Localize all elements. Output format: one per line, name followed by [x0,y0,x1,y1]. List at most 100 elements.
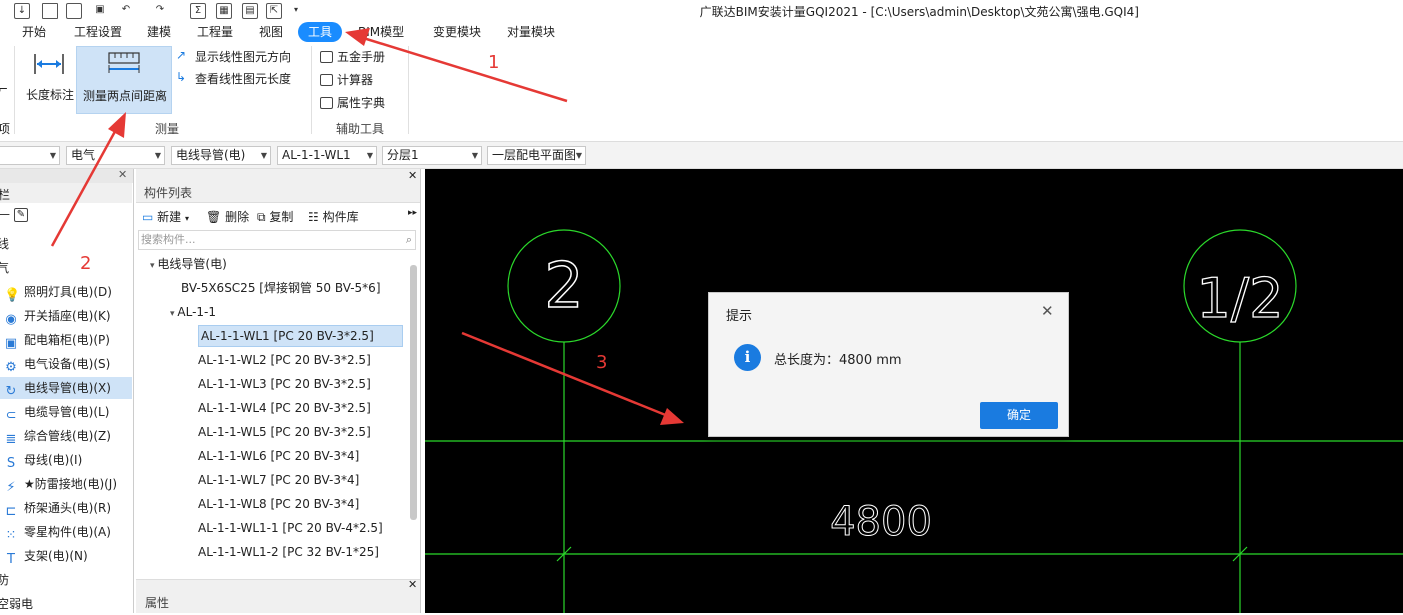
tree-item-label: AL-1-1-WL8 [PC 20 BV-3*4] [198,497,360,511]
nav-panel-header: ✕ [0,168,133,183]
type-combo[interactable]: 电线导管(电) ▼ [171,146,271,165]
component-combo[interactable]: AL-1-1-WL1 ▼ [277,146,377,165]
tab-project-settings[interactable]: 工程设置 [74,22,122,42]
nav-item[interactable]: ⊂ 电缆导管(电)(L) [0,401,132,423]
nav-item[interactable]: ⊏ 桥架通头(电)(R) [0,497,132,519]
nav-item[interactable]: 线 [0,233,129,255]
close-icon[interactable]: ✕ [408,169,417,182]
tree-item[interactable]: AL-1-1-WL2 [PC 20 BV-3*2.5] [198,349,371,371]
type-value: 电线导管(电) [176,148,246,162]
tree-item-label: AL-1-1 [177,305,217,319]
layer-combo[interactable]: 分层1 ▼ [382,146,482,165]
title-bar: ↓ ▣ ↶ ↷ Σ ▦ ▤ ⇱ ▾ 广联达BIM安装计量GQI2021 - [C… [0,0,1403,22]
tree-item[interactable]: AL-1-1-WL1-2 [PC 32 BV-1*25] [198,541,379,563]
copy-component-button[interactable]: ⧉ 复制 [257,208,293,225]
length-dim-icon [34,54,64,74]
nav-item[interactable]: ≣ 综合管线(电)(Z) [0,425,132,447]
tree-item[interactable]: ▾ AL-1-1 [170,301,216,323]
hardware-manual-button[interactable]: 五金手册 [320,48,400,66]
nav-item-label: 照明灯具(电)(D) [24,285,112,299]
dialog-message: 总长度为：4800 mm [774,353,902,368]
busbar-icon: S [6,456,16,471]
nav-item[interactable]: ◉ 开关插座(电)(K) [0,305,132,327]
tree-item[interactable]: AL-1-1-WL1-1 [PC 20 BV-4*2.5] [198,517,383,539]
length-dim-label: 长度标注 [26,88,75,102]
component-library-button[interactable]: ☷ 构件库 [308,208,359,225]
nav-panel-title-text: 栏 [0,188,11,202]
nav-item[interactable]: 空弱电 [0,593,129,615]
nav-item[interactable]: ⁙ 零星构件(电)(A) [0,521,132,543]
tab-change-module[interactable]: 变更模块 [433,22,481,42]
component-search-input[interactable]: 搜索构件... ⌕ [138,230,416,250]
tab-bim-model[interactable]: BIM模型 [358,22,404,42]
nav-item[interactable]: ↻ 电线导管(电)(X) [0,377,132,399]
close-icon[interactable]: ✕ [408,578,417,591]
group-measure-label: 测量 [155,122,180,136]
hardware-manual-label: 五金手册 [337,50,386,64]
length-dim-button[interactable]: 长度标注 [22,46,76,114]
tree-item[interactable]: AL-1-1-WL5 [PC 20 BV-3*2.5] [198,421,371,443]
properties-panel-header: ✕ 属性 [136,578,420,613]
conduit-icon: ↻ [5,384,17,399]
ribbon-separator [14,46,15,134]
trash-icon: 🗑 [206,210,222,224]
ribbon-tabs: 开始 工程设置 建模 工程量 视图 工具 BIM模型 变更模块 对量模块 [0,22,1403,42]
filter-bar: ▼ 电气 ▼ 电线导管(电) ▼ AL-1-1-WL1 ▼ 分层1 ▼ 一层配电平面图 ▼ [0,142,1403,169]
switch-icon: ◉ [5,312,17,327]
tab-view[interactable]: 视图 [259,22,283,42]
nav-item-label: 综合管线(电)(Z) [24,429,111,443]
tree-item-label: AL-1-1-WL3 [PC 20 BV-3*2.5] [198,377,371,391]
show-direction-button[interactable]: ↗ 显示线性图元方向 [176,48,306,66]
nav-item-label: 电缆导管(电)(L) [24,405,110,419]
tree-item[interactable]: AL-1-1-WL3 [PC 20 BV-3*2.5] [198,373,371,395]
attr-dict-button[interactable]: 属性字典 [320,94,400,112]
nav-item[interactable]: ▣ 配电箱柜(电)(P) [0,329,132,351]
tree-item[interactable]: AL-1-1-WL6 [PC 20 BV-3*4] [198,445,359,467]
discipline-value: 电气 [71,148,96,162]
drawing-combo[interactable]: 一层配电平面图 ▼ [487,146,586,165]
nav-item[interactable]: T 支架(电)(N) [0,545,132,567]
tab-quantity[interactable]: 工程量 [197,22,233,42]
tree-item[interactable]: ▾ 电线导管(电) [150,253,227,275]
ok-button[interactable]: 确定 [980,402,1058,429]
copy-icon: ⧉ [257,210,266,224]
nav-item[interactable]: S 母线(电)(I) [0,449,132,471]
new-label: 新建 [157,210,182,224]
nav-item-label: 母线(电)(I) [24,453,83,467]
view-length-button[interactable]: ↳ 查看线性图元长度 [176,70,306,88]
nav-item[interactable]: ⚙ 电气设备(电)(S) [0,353,132,375]
nav-item[interactable]: 💡 照明灯具(电)(D) [0,281,132,303]
delete-component-button[interactable]: 🗑 删除 [206,208,249,225]
cable-icon: ⊂ [5,408,17,423]
tree-item[interactable]: AL-1-1-WL4 [PC 20 BV-3*2.5] [198,397,371,419]
view-length-label: 查看线性图元长度 [195,72,292,86]
nav-item[interactable]: 气 [0,257,129,279]
measure-two-points-button[interactable]: 测量两点间距离 [76,46,172,114]
tree-item[interactable]: BV-5X6SC25 [焊接钢管 50 BV-5*6] [181,277,381,299]
nav-tool-icon[interactable]: — [0,207,10,221]
tree-item-label: AL-1-1-WL4 [PC 20 BV-3*2.5] [198,401,371,415]
info-icon: i [734,344,761,371]
nav-item[interactable]: ⚡ ★防雷接地(电)(J) [0,473,132,495]
category-combo-partial[interactable]: ▼ [0,146,60,165]
close-icon[interactable]: ✕ [118,168,127,181]
nav-item-label: 桥架通头(电)(R) [24,501,112,515]
nav-item[interactable]: 防 [0,569,129,591]
close-icon[interactable]: ✕ [1041,302,1054,320]
chevron-down-icon: ▼ [49,151,56,160]
tree-item[interactable]: AL-1-1-WL8 [PC 20 BV-3*4] [198,493,359,515]
edit-icon[interactable]: ✎ [14,208,28,222]
device-icon: ⚙ [5,360,17,375]
new-component-button[interactable]: ▭ 新建 ▾ [142,208,189,225]
more-icon[interactable]: ▸▸ [408,208,417,218]
tab-modeling[interactable]: 建模 [147,22,171,42]
tab-reconcile-module[interactable]: 对量模块 [507,22,555,42]
discipline-combo[interactable]: 电气 ▼ [66,146,165,165]
tree-item[interactable]: AL-1-1-WL7 [PC 20 BV-3*4] [198,469,359,491]
calculator-button[interactable]: 计算器 [320,71,400,89]
tree-item[interactable]: AL-1-1-WL1 [PC 20 BV-3*2.5] [198,325,403,347]
tab-start[interactable]: 开始 [22,22,46,42]
pipeline-icon: ≣ [5,432,17,447]
tab-tools[interactable]: 工具 [298,22,343,42]
scrollbar[interactable] [410,265,417,520]
